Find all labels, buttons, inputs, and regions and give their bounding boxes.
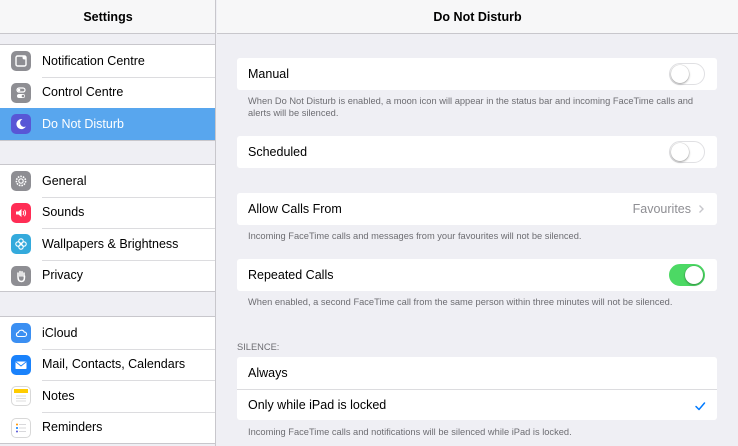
sidebar-item-label: Notification Centre [42, 53, 145, 68]
manual-row: Manual [237, 58, 717, 90]
sidebar-item-privacy[interactable]: Privacy [0, 259, 215, 291]
moon-icon [11, 114, 31, 134]
sidebar-item-label: Notes [42, 388, 75, 403]
sidebar-item-icloud[interactable]: iCloud [0, 317, 215, 349]
toggle-knob [671, 65, 689, 83]
allow-calls-label: Allow Calls From [248, 202, 342, 216]
sidebar-item-notes[interactable]: Notes [0, 380, 215, 412]
sidebar: Settings Notification Centre Control Cen… [0, 0, 216, 446]
sidebar-item-mail-contacts-calendars[interactable]: Mail, Contacts, Calendars [0, 348, 215, 380]
allow-calls-from-row[interactable]: Allow Calls From Favourites [237, 193, 717, 225]
allow-calls-footnote: Incoming FaceTime calls and messages fro… [248, 231, 582, 241]
sidebar-item-label: General [42, 173, 87, 188]
sidebar-item-label: Control Centre [42, 85, 124, 100]
sidebar-item-label: Mail, Contacts, Calendars [42, 357, 186, 372]
sidebar-item-label: Wallpapers & Brightness [42, 236, 179, 251]
envelope-icon [11, 354, 31, 375]
speaker-icon [11, 202, 31, 223]
manual-footnote: When Do Not Disturb is enabled, a moon i… [248, 96, 694, 118]
detail-pane: Do Not Disturb Manual When Do Not Distur… [217, 0, 738, 446]
control-centre-icon [11, 82, 31, 103]
silence-section-header: SILENCE: [237, 342, 280, 352]
repeated-calls-toggle[interactable] [669, 264, 705, 286]
chevron-right-icon [699, 205, 704, 213]
toggle-knob [671, 143, 689, 161]
notes-icon [11, 386, 31, 406]
sidebar-item-wallpapers-brightness[interactable]: Wallpapers & Brightness [0, 228, 215, 260]
sidebar-item-reminders[interactable]: Reminders [0, 411, 215, 443]
repeated-calls-row: Repeated Calls [237, 259, 717, 291]
scheduled-row: Scheduled [237, 136, 717, 168]
notification-centre-icon [11, 51, 31, 71]
flower-icon [11, 234, 31, 254]
checkmark-icon [695, 401, 706, 410]
sidebar-item-notification-centre[interactable]: Notification Centre [0, 45, 215, 77]
sidebar-item-label: Reminders [42, 420, 103, 435]
repeated-calls-label: Repeated Calls [248, 268, 334, 282]
sidebar-item-control-centre[interactable]: Control Centre [0, 76, 215, 108]
toggle-knob [685, 266, 703, 284]
repeated-calls-footnote: When enabled, a second FaceTime call fro… [248, 297, 673, 307]
sidebar-group-1: Notification Centre Control Centre Do No… [0, 44, 215, 141]
sidebar-item-label: Sounds [42, 205, 85, 220]
silence-footnote: Incoming FaceTime calls and notification… [248, 427, 572, 437]
sidebar-group-2: General Sounds Wallpapers & Brightness P… [0, 164, 215, 292]
scheduled-label: Scheduled [248, 145, 308, 159]
sidebar-item-do-not-disturb[interactable]: Do Not Disturb [0, 108, 215, 140]
sidebar-title: Settings [0, 0, 215, 34]
option-label: Only while iPad is locked [248, 397, 387, 412]
manual-label: Manual [248, 67, 289, 81]
sidebar-item-sounds[interactable]: Sounds [0, 196, 215, 228]
sidebar-item-label: iCloud [42, 325, 78, 340]
silence-options: Always Only while iPad is locked [237, 357, 717, 420]
manual-toggle[interactable] [669, 63, 705, 85]
sidebar-item-general[interactable]: General [0, 165, 215, 197]
scheduled-toggle[interactable] [669, 141, 705, 163]
hand-icon [11, 265, 31, 286]
settings-app: Settings Notification Centre Control Cen… [0, 0, 738, 446]
silence-option-locked[interactable]: Only while iPad is locked [237, 388, 717, 421]
list-icon [11, 417, 31, 438]
silence-option-always[interactable]: Always [237, 357, 717, 389]
gear-icon [11, 171, 31, 191]
sidebar-group-3: iCloud Mail, Contacts, Calendars Notes R… [0, 316, 215, 444]
option-label: Always [248, 365, 288, 380]
page-title: Do Not Disturb [217, 0, 738, 34]
allow-calls-value: Favourites [632, 202, 691, 216]
cloud-icon [11, 323, 31, 343]
sidebar-item-label: Privacy [42, 268, 83, 283]
sidebar-item-label: Do Not Disturb [42, 116, 124, 131]
